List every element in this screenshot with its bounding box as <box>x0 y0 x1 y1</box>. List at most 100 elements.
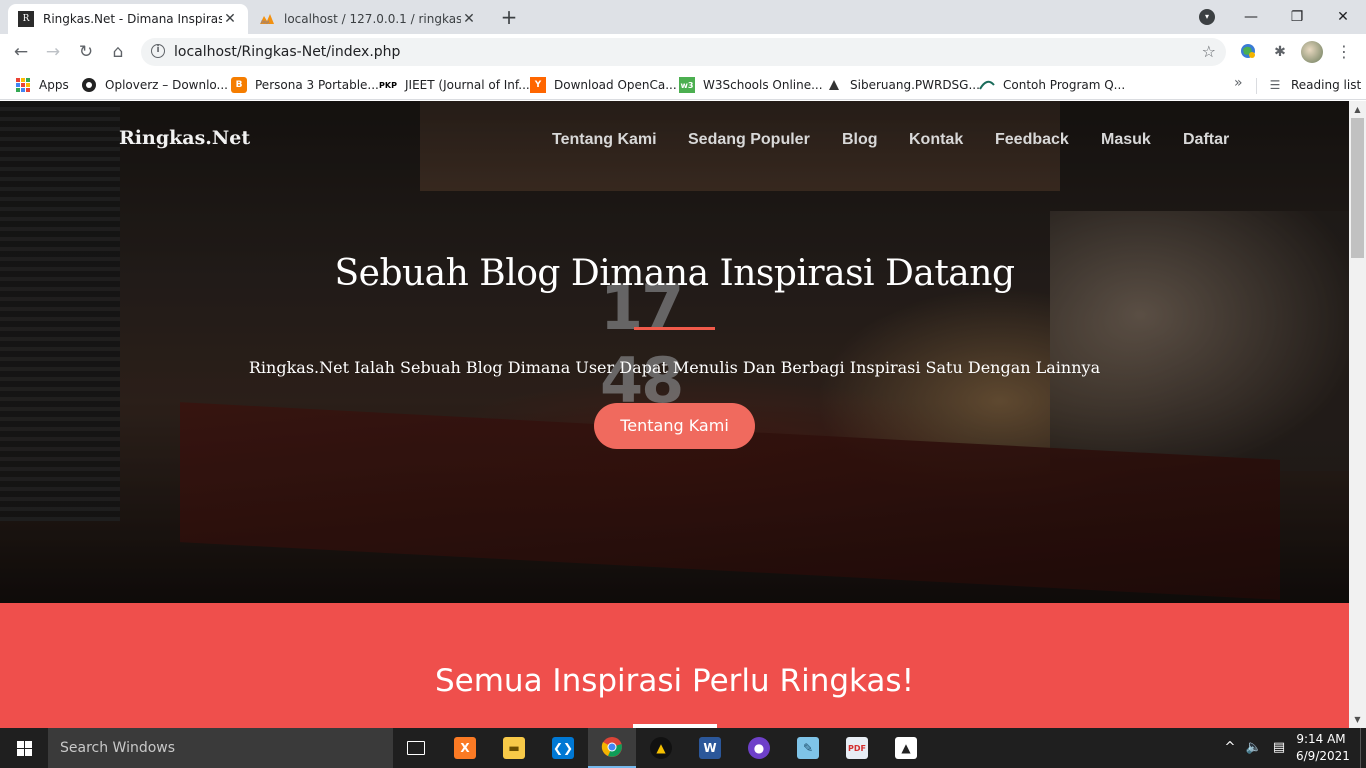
reading-list-button[interactable]: ☰ Reading list <box>1267 75 1362 95</box>
windows-taskbar: Search Windows X ▬ ❮❯ ▲ W ● ✎ PDF ▲ ^ 🔈 … <box>0 728 1366 768</box>
ringkas-favicon: R <box>18 11 34 27</box>
bookmark-label: W3Schools Online... <box>703 78 823 92</box>
minimize-button[interactable]: — <box>1228 9 1274 25</box>
browser-tab-strip: R Ringkas.Net - Dimana Inspirasi R ✕ PMA… <box>0 0 1366 34</box>
close-window-button[interactable]: ✕ <box>1320 9 1366 25</box>
bookmark-persona[interactable]: B Persona 3 Portable... <box>231 75 379 95</box>
close-tab-icon[interactable]: ✕ <box>222 11 238 27</box>
reading-list-label: Reading list <box>1291 78 1362 92</box>
taskbar-clock[interactable]: 9:14 AM 6/9/2021 <box>1296 731 1350 765</box>
bookmark-oploverz[interactable]: Oploverz – Downlo... <box>81 75 228 95</box>
word-icon[interactable]: W <box>686 728 734 768</box>
clock-date: 6/9/2021 <box>1296 749 1350 763</box>
hero-subtitle: Ringkas.Net Ialah Sebuah Blog Dimana Use… <box>248 358 1101 377</box>
nav-masuk[interactable]: Masuk <box>1101 131 1151 149</box>
bookmark-label: Download OpenCa... <box>554 78 677 92</box>
extension-globe-icon[interactable] <box>1238 42 1258 62</box>
siberuang-icon <box>826 77 842 93</box>
bookmark-label: Contoh Program Q... <box>1003 78 1126 92</box>
close-tab-icon[interactable]: ✕ <box>461 11 477 27</box>
hero-title-underline <box>634 327 715 330</box>
bookmark-w3schools[interactable]: w3 W3Schools Online... <box>679 75 823 95</box>
site-info-icon[interactable]: i <box>151 44 165 58</box>
bookmark-label: Siberuang.PWRDSG... <box>850 78 980 92</box>
intro-section: Semua Inspirasi Perlu Ringkas! <box>0 603 1349 728</box>
clock-time: 9:14 AM <box>1296 732 1346 746</box>
bookmark-star-icon[interactable]: ☆ <box>1202 38 1216 66</box>
oploverz-icon <box>81 77 97 93</box>
tab-ringkas[interactable]: R Ringkas.Net - Dimana Inspirasi R ✕ <box>8 4 248 34</box>
forward-icon[interactable]: → <box>41 40 65 64</box>
reading-list-icon: ☰ <box>1269 78 1281 92</box>
bookmark-apps[interactable]: Apps <box>15 75 69 95</box>
bookmarks-bar: Apps Oploverz – Downlo... B Persona 3 Po… <box>0 70 1366 100</box>
nav-kontak[interactable]: Kontak <box>909 131 963 149</box>
ycombinator-icon: Y <box>530 77 546 93</box>
new-tab-button[interactable]: + <box>496 6 522 30</box>
page-viewport: 17 48 Ringkas.Net Tentang Kami Sedang Po… <box>0 101 1366 728</box>
tab-phpmyadmin[interactable]: PMA localhost / 127.0.0.1 / ringkas-ne ✕ <box>249 4 487 34</box>
apps-grid-icon <box>15 77 31 93</box>
tab-title: localhost / 127.0.0.1 / ringkas-ne <box>284 12 461 26</box>
bookmark-siberuang[interactable]: Siberuang.PWRDSG... <box>826 75 980 95</box>
scrollbar-thumb[interactable] <box>1351 118 1364 258</box>
scroll-up-icon[interactable]: ▲ <box>1349 101 1366 118</box>
nav-daftar[interactable]: Daftar <box>1183 131 1229 149</box>
site-logo[interactable]: Ringkas.Net <box>119 127 250 149</box>
task-view-icon[interactable] <box>392 728 440 768</box>
reload-icon[interactable]: ↻ <box>74 40 98 64</box>
hero-section: 17 48 Ringkas.Net Tentang Kami Sedang Po… <box>0 101 1349 603</box>
vscode-icon[interactable]: ❮❯ <box>539 728 587 768</box>
blogger-icon: B <box>231 77 247 93</box>
scroll-down-icon[interactable]: ▼ <box>1349 711 1366 728</box>
contoh-icon <box>979 77 995 93</box>
pkp-icon: PKP <box>379 80 397 90</box>
tab-search-icon[interactable]: ▾ <box>1199 9 1215 25</box>
bookmark-label: Persona 3 Portable... <box>255 78 379 92</box>
start-button[interactable] <box>0 728 48 768</box>
volume-icon[interactable]: 🔈 <box>1243 728 1265 768</box>
tab-title: Ringkas.Net - Dimana Inspirasi R <box>43 12 222 26</box>
xampp-icon[interactable]: X <box>441 728 489 768</box>
svg-text:PMA: PMA <box>261 20 270 25</box>
hero-cta-button[interactable]: Tentang Kami <box>594 403 755 449</box>
phpmyadmin-favicon: PMA <box>259 11 275 27</box>
url-text[interactable]: localhost/Ringkas-Net/index.php <box>174 38 400 66</box>
taskbar-search[interactable]: Search Windows <box>48 728 393 768</box>
nav-blog[interactable]: Blog <box>842 131 878 149</box>
github-desktop-icon[interactable]: ● <box>735 728 783 768</box>
nav-tentang-kami[interactable]: Tentang Kami <box>552 131 657 149</box>
address-bar[interactable]: i localhost/Ringkas-Net/index.php ☆ <box>141 38 1226 66</box>
chrome-menu-icon[interactable]: ⋮ <box>1334 40 1354 64</box>
maximize-button[interactable]: ❐ <box>1274 9 1320 25</box>
bookmarks-overflow-icon[interactable]: » <box>1234 75 1243 91</box>
photos-icon[interactable]: ▲ <box>882 728 930 768</box>
show-desktop-button[interactable] <box>1360 728 1361 768</box>
section-title: Semua Inspirasi Perlu Ringkas! <box>434 663 915 699</box>
pdf-editor-icon[interactable]: PDF <box>833 728 881 768</box>
hero-title: Sebuah Blog Dimana Inspirasi Datang <box>334 253 1015 294</box>
notepad-icon[interactable]: ✎ <box>784 728 832 768</box>
bookmark-contoh-program[interactable]: Contoh Program Q... <box>979 75 1125 95</box>
nav-feedback[interactable]: Feedback <box>995 131 1069 149</box>
browser-toolbar: ← → ↻ ⌂ i localhost/Ringkas-Net/index.ph… <box>0 34 1366 70</box>
page-scrollbar[interactable]: ▲ ▼ <box>1349 101 1366 728</box>
hero-overlay <box>0 101 1349 603</box>
action-center-icon[interactable]: ▤ <box>1268 728 1290 768</box>
bookmarks-divider <box>1256 78 1257 94</box>
w3schools-icon: w3 <box>679 77 695 93</box>
chrome-icon[interactable] <box>588 728 636 768</box>
extensions-puzzle-icon[interactable]: ✱ <box>1270 42 1290 62</box>
back-icon[interactable]: ← <box>9 40 33 64</box>
home-icon[interactable]: ⌂ <box>106 40 130 64</box>
window-controls: — ❐ ✕ <box>1228 0 1366 34</box>
bookmark-opencart[interactable]: Y Download OpenCa... <box>530 75 677 95</box>
arduino-icon[interactable]: ▲ <box>637 728 685 768</box>
bookmark-jieet[interactable]: PKP JIEET (Journal of Inf... <box>379 75 530 95</box>
bookmark-label: Oploverz – Downlo... <box>105 78 228 92</box>
nav-sedang-populer[interactable]: Sedang Populer <box>688 131 810 149</box>
windows-logo-icon <box>16 740 32 756</box>
tray-overflow-icon[interactable]: ^ <box>1220 728 1240 768</box>
file-explorer-icon[interactable]: ▬ <box>490 728 538 768</box>
profile-avatar[interactable] <box>1301 41 1323 63</box>
